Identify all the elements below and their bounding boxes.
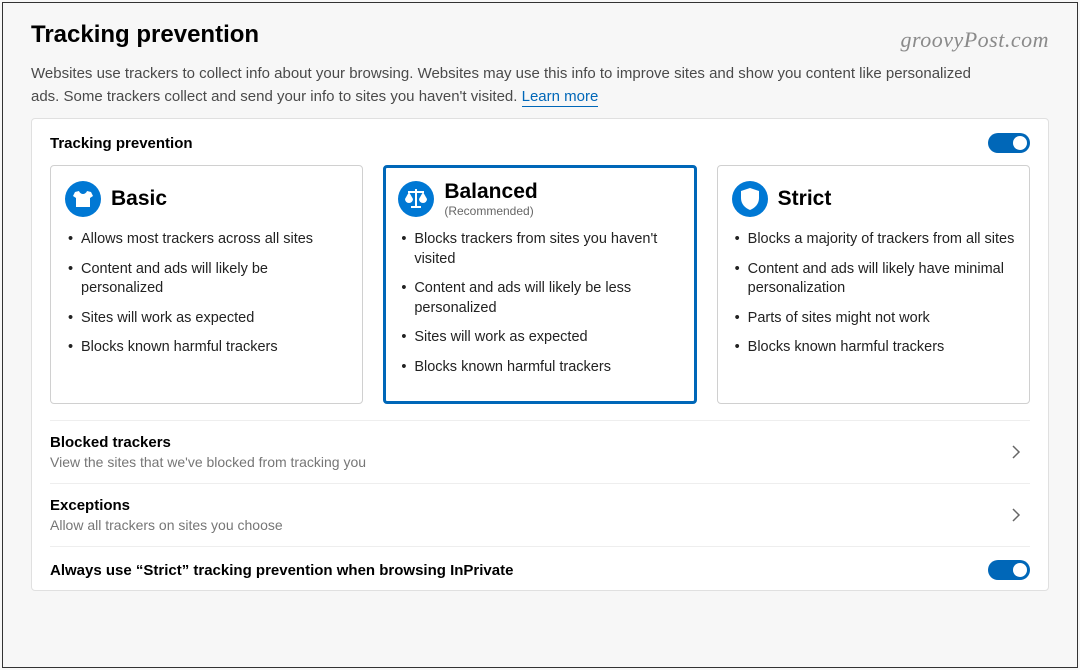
tracking-prevention-toggle[interactable]: [988, 133, 1030, 153]
exceptions-desc: Allow all trackers on sites you choose: [50, 517, 283, 533]
list-item: Sites will work as expected: [65, 309, 348, 329]
option-strict-list: Blocks a majority of trackers from all s…: [732, 230, 1015, 358]
chevron-right-icon: [1008, 507, 1024, 523]
tracking-prevention-card: Tracking prevention Basic Allows: [31, 118, 1049, 591]
option-basic-list: Allows most trackers across all sites Co…: [65, 230, 348, 358]
list-item: Blocks trackers from sites you haven't v…: [398, 230, 681, 269]
option-balanced-subtitle: (Recommended): [444, 204, 537, 218]
blocked-trackers-info: Blocked trackers View the sites that we'…: [50, 434, 366, 470]
option-strict[interactable]: Strict Blocks a majority of trackers fro…: [717, 165, 1030, 404]
list-item: Blocks known harmful trackers: [65, 338, 348, 358]
page-description-text: Websites use trackers to collect info ab…: [31, 65, 971, 105]
inprivate-strict-title: Always use “Strict” tracking prevention …: [50, 562, 513, 579]
tshirt-icon: [65, 181, 101, 217]
options-row: Basic Allows most trackers across all si…: [50, 165, 1030, 404]
option-basic-title-wrap: Basic: [111, 187, 167, 211]
option-balanced-title: Balanced: [444, 180, 537, 204]
blocked-trackers-row[interactable]: Blocked trackers View the sites that we'…: [50, 420, 1030, 483]
card-header: Tracking prevention: [50, 133, 1030, 153]
option-basic[interactable]: Basic Allows most trackers across all si…: [50, 165, 363, 404]
chevron-right-icon: [1008, 444, 1024, 460]
list-item: Content and ads will likely have minimal…: [732, 260, 1015, 299]
list-item: Blocks known harmful trackers: [398, 358, 681, 378]
card-title: Tracking prevention: [50, 135, 193, 152]
option-basic-title: Basic: [111, 187, 167, 211]
option-basic-head: Basic: [65, 178, 348, 220]
list-item: Blocks a majority of trackers from all s…: [732, 230, 1015, 250]
option-balanced[interactable]: Balanced (Recommended) Blocks trackers f…: [383, 165, 696, 404]
list-item: Sites will work as expected: [398, 328, 681, 348]
option-balanced-head: Balanced (Recommended): [398, 178, 681, 220]
list-item: Content and ads will likely be less pers…: [398, 279, 681, 318]
blocked-trackers-title: Blocked trackers: [50, 434, 366, 451]
exceptions-row[interactable]: Exceptions Allow all trackers on sites y…: [50, 483, 1030, 546]
option-balanced-list: Blocks trackers from sites you haven't v…: [398, 230, 681, 377]
option-strict-head: Strict: [732, 178, 1015, 220]
shield-icon: [732, 181, 768, 217]
page-title: Tracking prevention: [31, 21, 1049, 49]
inprivate-strict-row: Always use “Strict” tracking prevention …: [50, 546, 1030, 590]
toggle-knob: [1013, 563, 1027, 577]
list-item: Parts of sites might not work: [732, 309, 1015, 329]
learn-more-link[interactable]: Learn more: [522, 88, 599, 107]
list-item: Content and ads will likely be personali…: [65, 260, 348, 299]
option-strict-title-wrap: Strict: [778, 187, 832, 211]
exceptions-title: Exceptions: [50, 497, 283, 514]
option-balanced-title-wrap: Balanced (Recommended): [444, 180, 537, 218]
list-item: Blocks known harmful trackers: [732, 338, 1015, 358]
option-strict-title: Strict: [778, 187, 832, 211]
toggle-knob: [1013, 136, 1027, 150]
inprivate-strict-info: Always use “Strict” tracking prevention …: [50, 562, 513, 579]
blocked-trackers-desc: View the sites that we've blocked from t…: [50, 454, 366, 470]
list-item: Allows most trackers across all sites: [65, 230, 348, 250]
watermark-text: groovyPost.com: [900, 27, 1049, 53]
exceptions-info: Exceptions Allow all trackers on sites y…: [50, 497, 283, 533]
inprivate-strict-toggle[interactable]: [988, 560, 1030, 580]
scales-icon: [398, 181, 434, 217]
page-frame: groovyPost.com Tracking prevention Websi…: [2, 2, 1078, 668]
page-description: Websites use trackers to collect info ab…: [31, 63, 971, 108]
